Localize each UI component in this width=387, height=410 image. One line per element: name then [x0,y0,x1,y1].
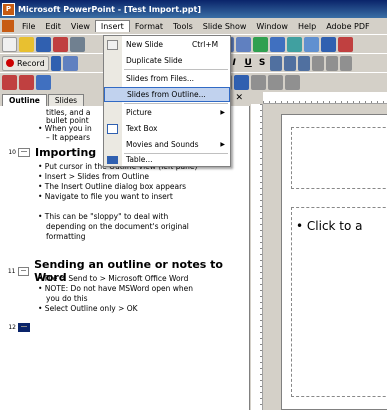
comment-icon[interactable] [268,74,283,90]
shadow-button[interactable]: S [256,56,269,71]
outline-bullet: • This can be "sloppy" to deal with [38,212,169,221]
show-formatting-icon[interactable] [321,36,336,52]
menu-adobe-pdf[interactable]: Adobe PDF [321,21,374,32]
title-placeholder[interactable] [291,127,387,189]
align-center-icon[interactable] [283,55,296,71]
close-icon[interactable]: ✕ [235,93,243,103]
demote-icon[interactable] [19,74,34,90]
font-size-icon[interactable] [339,55,352,71]
menu-item-movies-and-sounds[interactable]: Movies and Sounds ▶ [104,137,230,152]
outline-slide-10[interactable]: 10 Importing [4,146,96,159]
menu-tools[interactable]: Tools [168,21,198,32]
align-right-icon[interactable] [297,55,310,71]
tables-borders-icon[interactable] [287,36,302,52]
menu-format[interactable]: Format [130,21,168,32]
menu-edit[interactable]: Edit [40,21,66,32]
menu-help[interactable]: Help [293,21,321,32]
save-icon[interactable] [36,36,51,52]
print-icon[interactable] [70,36,85,52]
window-title: Microsoft PowerPoint - [Test Import.ppt] [18,4,201,14]
outline-bullet: • NOTE: Do not have MSWord open when [38,284,194,293]
menu-item-text-box[interactable]: Text Box [104,121,230,136]
move-up-icon[interactable] [36,74,51,90]
webcam-icon[interactable] [62,55,78,71]
expand-all-icon[interactable] [304,36,319,52]
outline-bullet: • Select Outline only > OK [38,304,138,313]
outline-slide-12[interactable]: 12 [4,323,35,332]
open-folder-icon[interactable] [19,36,34,52]
outline-bullet-cont: you do this [46,294,88,303]
slide-title-text: Importing [35,146,97,159]
menu-item-slides-from-outline[interactable]: Slides from Outline... [104,87,230,102]
expand-icon[interactable] [234,74,249,90]
color-grayscale-icon[interactable] [338,36,353,52]
text-box-icon [107,123,118,134]
slide-number: 10 [8,149,16,156]
document-icon[interactable] [2,20,14,32]
slide-icon [17,266,30,276]
edit-comment-icon[interactable] [285,74,300,90]
slide-icon [18,148,30,157]
outline-text-line: – It appears [46,133,90,142]
menu-insert[interactable]: Insert [94,20,130,32]
outline-bullet: • Insert > Slides from Outline [38,172,149,181]
menu-item-slides-from-files[interactable]: Slides from Files... [104,71,230,86]
record-dropdown-icon[interactable] [50,55,61,71]
permission-icon[interactable] [53,36,68,52]
table-icon[interactable] [270,36,285,52]
slide-icon [18,323,30,332]
body-placeholder[interactable] [291,207,387,397]
outline-bullet: • The Insert Outline dialog box appears [38,182,187,191]
submenu-arrow-icon: ▶ [220,109,225,116]
outline-text-line: • When you in [38,124,92,133]
menu-item-picture[interactable]: Picture ▶ [104,105,230,120]
outline-bullet-cont: formatting [46,232,86,241]
menu-item-new-slide[interactable]: New Slide Ctrl+M [104,37,230,52]
menu-bar: File Edit View Insert Format Tools Slide… [0,18,387,34]
promote-icon[interactable] [2,74,17,90]
tab-outline[interactable]: Outline [2,94,47,106]
menu-slide-show[interactable]: Slide Show [198,21,252,32]
slide-pane: • Click to a [251,92,387,410]
vertical-ruler [251,104,263,410]
outline-bullet-cont: depending on the document's original [46,222,189,231]
menu-item-duplicate-slide[interactable]: Duplicate Slide [104,53,230,68]
body-placeholder-text: • Click to a [296,219,363,233]
summary-slide-icon[interactable] [251,74,266,90]
redo-icon[interactable] [236,36,251,52]
table-icon [107,155,118,164]
title-bar: P Microsoft PowerPoint - [Test Import.pp… [0,0,387,18]
slide-number: 11 [7,267,16,275]
new-slide-icon [107,39,118,50]
bullets-icon[interactable] [325,55,338,71]
powerpoint-app-icon[interactable]: P [2,2,15,16]
outline-bullet: • Navigate to file you want to insert [38,192,173,201]
submenu-arrow-icon: ▶ [220,141,225,148]
menu-file[interactable]: File [17,21,40,32]
slide-canvas[interactable]: • Click to a [281,114,387,410]
record-icon [6,59,14,67]
menu-view[interactable]: View [66,21,95,32]
underline-button[interactable]: U [242,56,255,71]
menu-window[interactable]: Window [251,21,293,32]
chart-icon[interactable] [253,36,268,52]
slide-number: 12 [8,324,16,331]
align-left-icon[interactable] [269,55,282,71]
record-button[interactable]: Record [2,55,49,71]
new-file-icon[interactable] [2,36,17,52]
insert-menu-dropdown: New Slide Ctrl+M Duplicate Slide Slides … [103,35,231,167]
tab-slides[interactable]: Slides [47,94,85,106]
menu-item-table[interactable]: Table... [104,154,230,165]
outline-bullet: • File > Send to > Microsoft Office Word [38,274,189,283]
numbering-icon[interactable] [311,55,324,71]
horizontal-ruler [263,92,387,104]
record-label: Record [17,58,45,68]
